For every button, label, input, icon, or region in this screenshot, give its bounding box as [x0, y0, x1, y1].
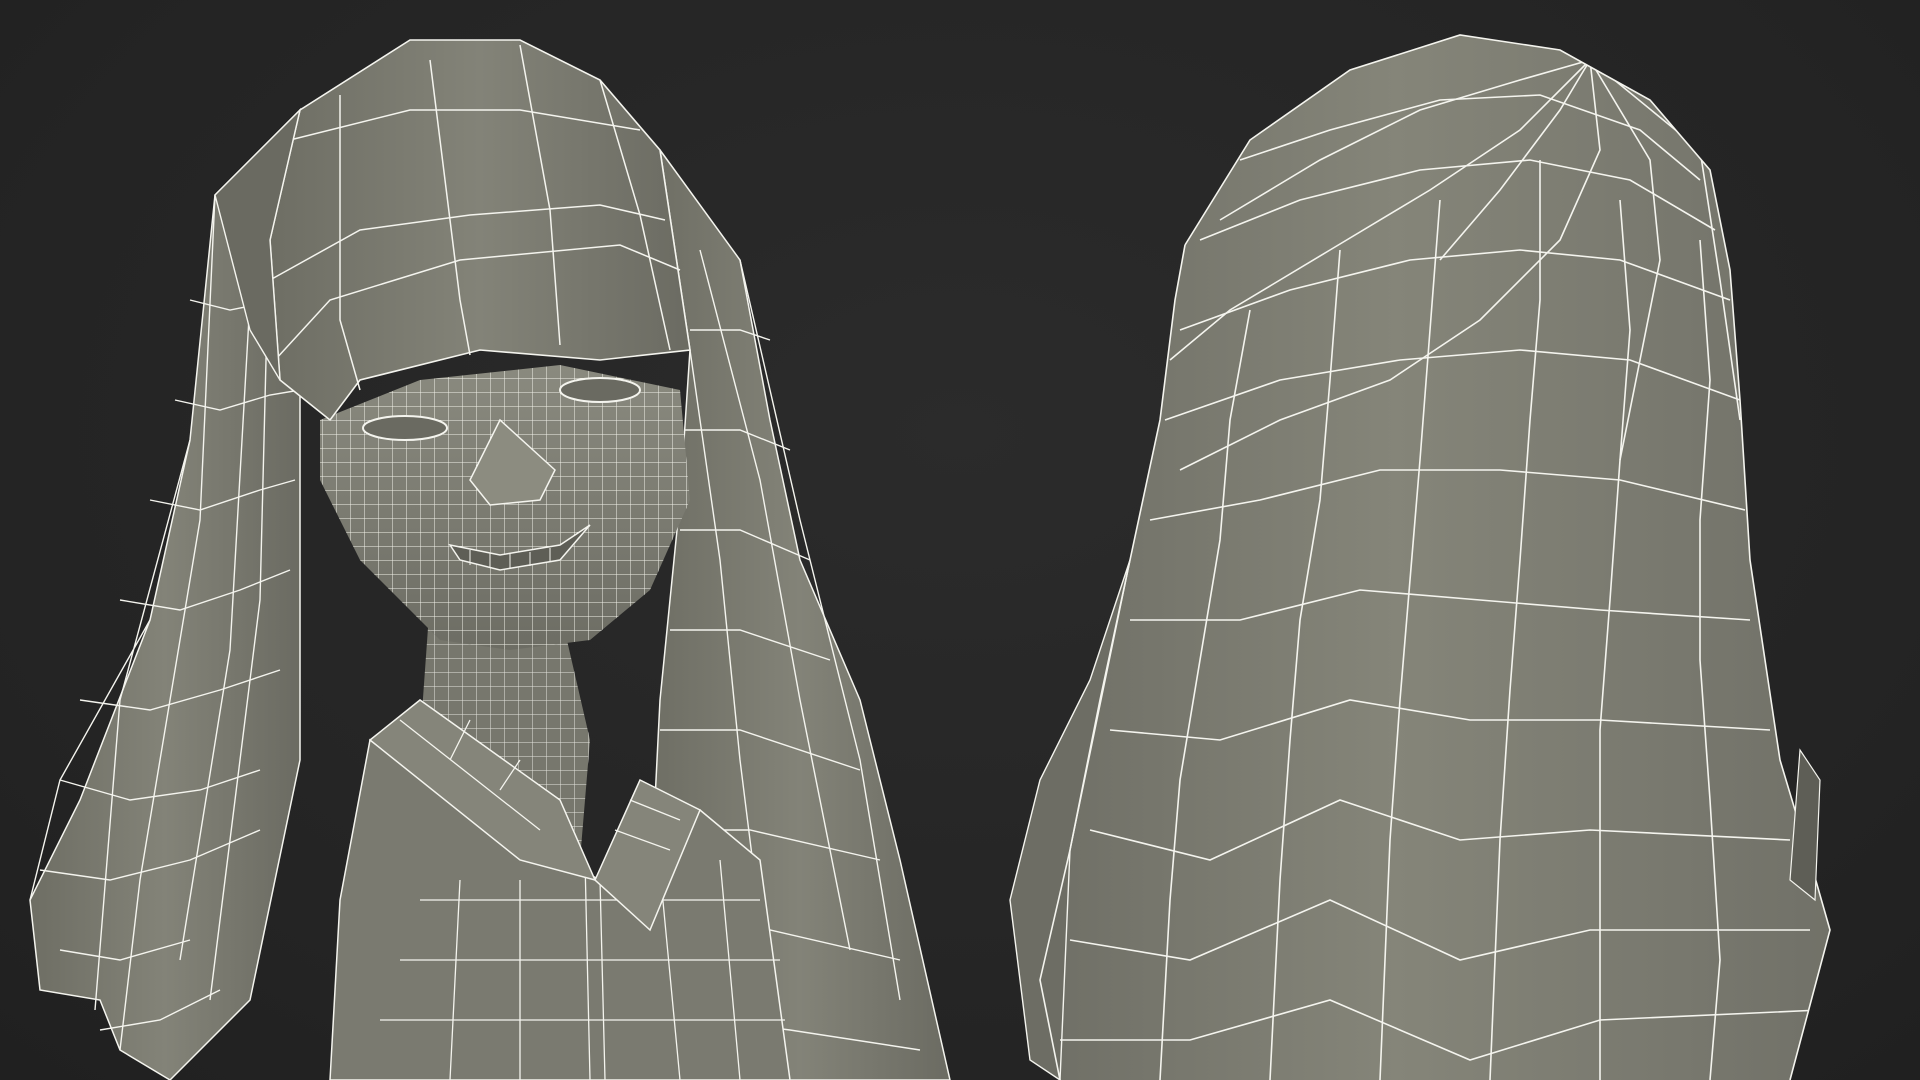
wireframe-render	[29, 34, 1831, 1080]
right-eye	[559, 377, 641, 403]
back-hair-right-strand	[1789, 748, 1821, 902]
back-view	[1009, 34, 1831, 1080]
front-hair-bangs	[214, 39, 691, 422]
render-viewport	[0, 0, 1920, 1080]
front-view	[29, 39, 951, 1080]
left-eye	[362, 415, 448, 441]
front-face	[320, 365, 690, 650]
